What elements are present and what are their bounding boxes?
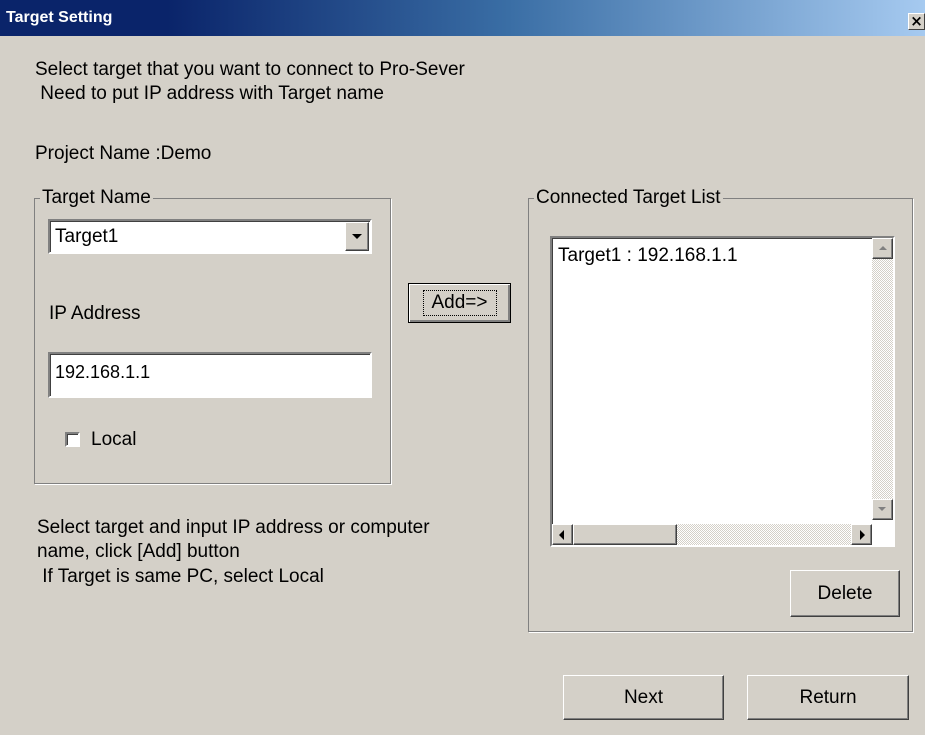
- project-name: Project Name :Demo: [35, 143, 212, 164]
- target-name-group: Target Name Target1 IP Address 192.168.1…: [34, 186, 391, 484]
- help-line-1: Select target and input IP address or co…: [37, 517, 430, 538]
- vertical-scrollbar[interactable]: [872, 238, 893, 520]
- add-button-label: Add=>: [422, 290, 497, 316]
- scroll-left-button[interactable]: [552, 524, 573, 545]
- connected-target-legend: Connected Target List: [534, 186, 723, 209]
- close-icon: ×: [910, 12, 923, 30]
- window-title: Target Setting: [6, 9, 113, 26]
- scroll-up-button[interactable]: [872, 238, 893, 259]
- target-select-dropdown-button[interactable]: [345, 222, 369, 251]
- intro-line-1: Select target that you want to connect t…: [35, 59, 465, 80]
- title-bar: Target Setting ×: [0, 0, 925, 36]
- local-label: Local: [91, 429, 137, 450]
- target-select[interactable]: Target1: [48, 219, 372, 254]
- ip-address-value: 192.168.1.1: [55, 362, 151, 382]
- chevron-down-icon: [352, 234, 362, 239]
- scroll-left-icon: [559, 530, 564, 540]
- intro-line-2: Need to put IP address with Target name: [35, 83, 384, 104]
- close-button[interactable]: ×: [908, 13, 925, 30]
- ip-address-field[interactable]: 192.168.1.1: [48, 352, 372, 398]
- target-select-value: Target1: [55, 226, 119, 247]
- delete-button[interactable]: Delete: [790, 570, 900, 617]
- help-line-2: name, click [Add] button: [37, 541, 240, 562]
- return-button[interactable]: Return: [747, 675, 909, 720]
- scroll-down-button[interactable]: [872, 499, 893, 520]
- add-button[interactable]: Add=>: [408, 283, 511, 323]
- ip-address-label: IP Address: [49, 303, 141, 324]
- local-checkbox[interactable]: [65, 432, 80, 447]
- help-line-3: If Target is same PC, select Local: [37, 566, 324, 587]
- scroll-down-icon: [878, 507, 886, 511]
- connected-target-list[interactable]: Target1 : 192.168.1.1: [550, 236, 895, 547]
- connected-target-group: Connected Target List Target1 : 192.168.…: [528, 186, 913, 632]
- target-name-legend: Target Name: [40, 186, 153, 209]
- next-button[interactable]: Next: [563, 675, 724, 720]
- horizontal-scroll-thumb[interactable]: [573, 524, 677, 545]
- scroll-up-icon: [879, 246, 887, 250]
- horizontal-scrollbar[interactable]: [552, 524, 872, 545]
- scroll-right-icon: [860, 530, 865, 540]
- list-item[interactable]: Target1 : 192.168.1.1: [558, 244, 738, 267]
- scroll-right-button[interactable]: [851, 524, 872, 545]
